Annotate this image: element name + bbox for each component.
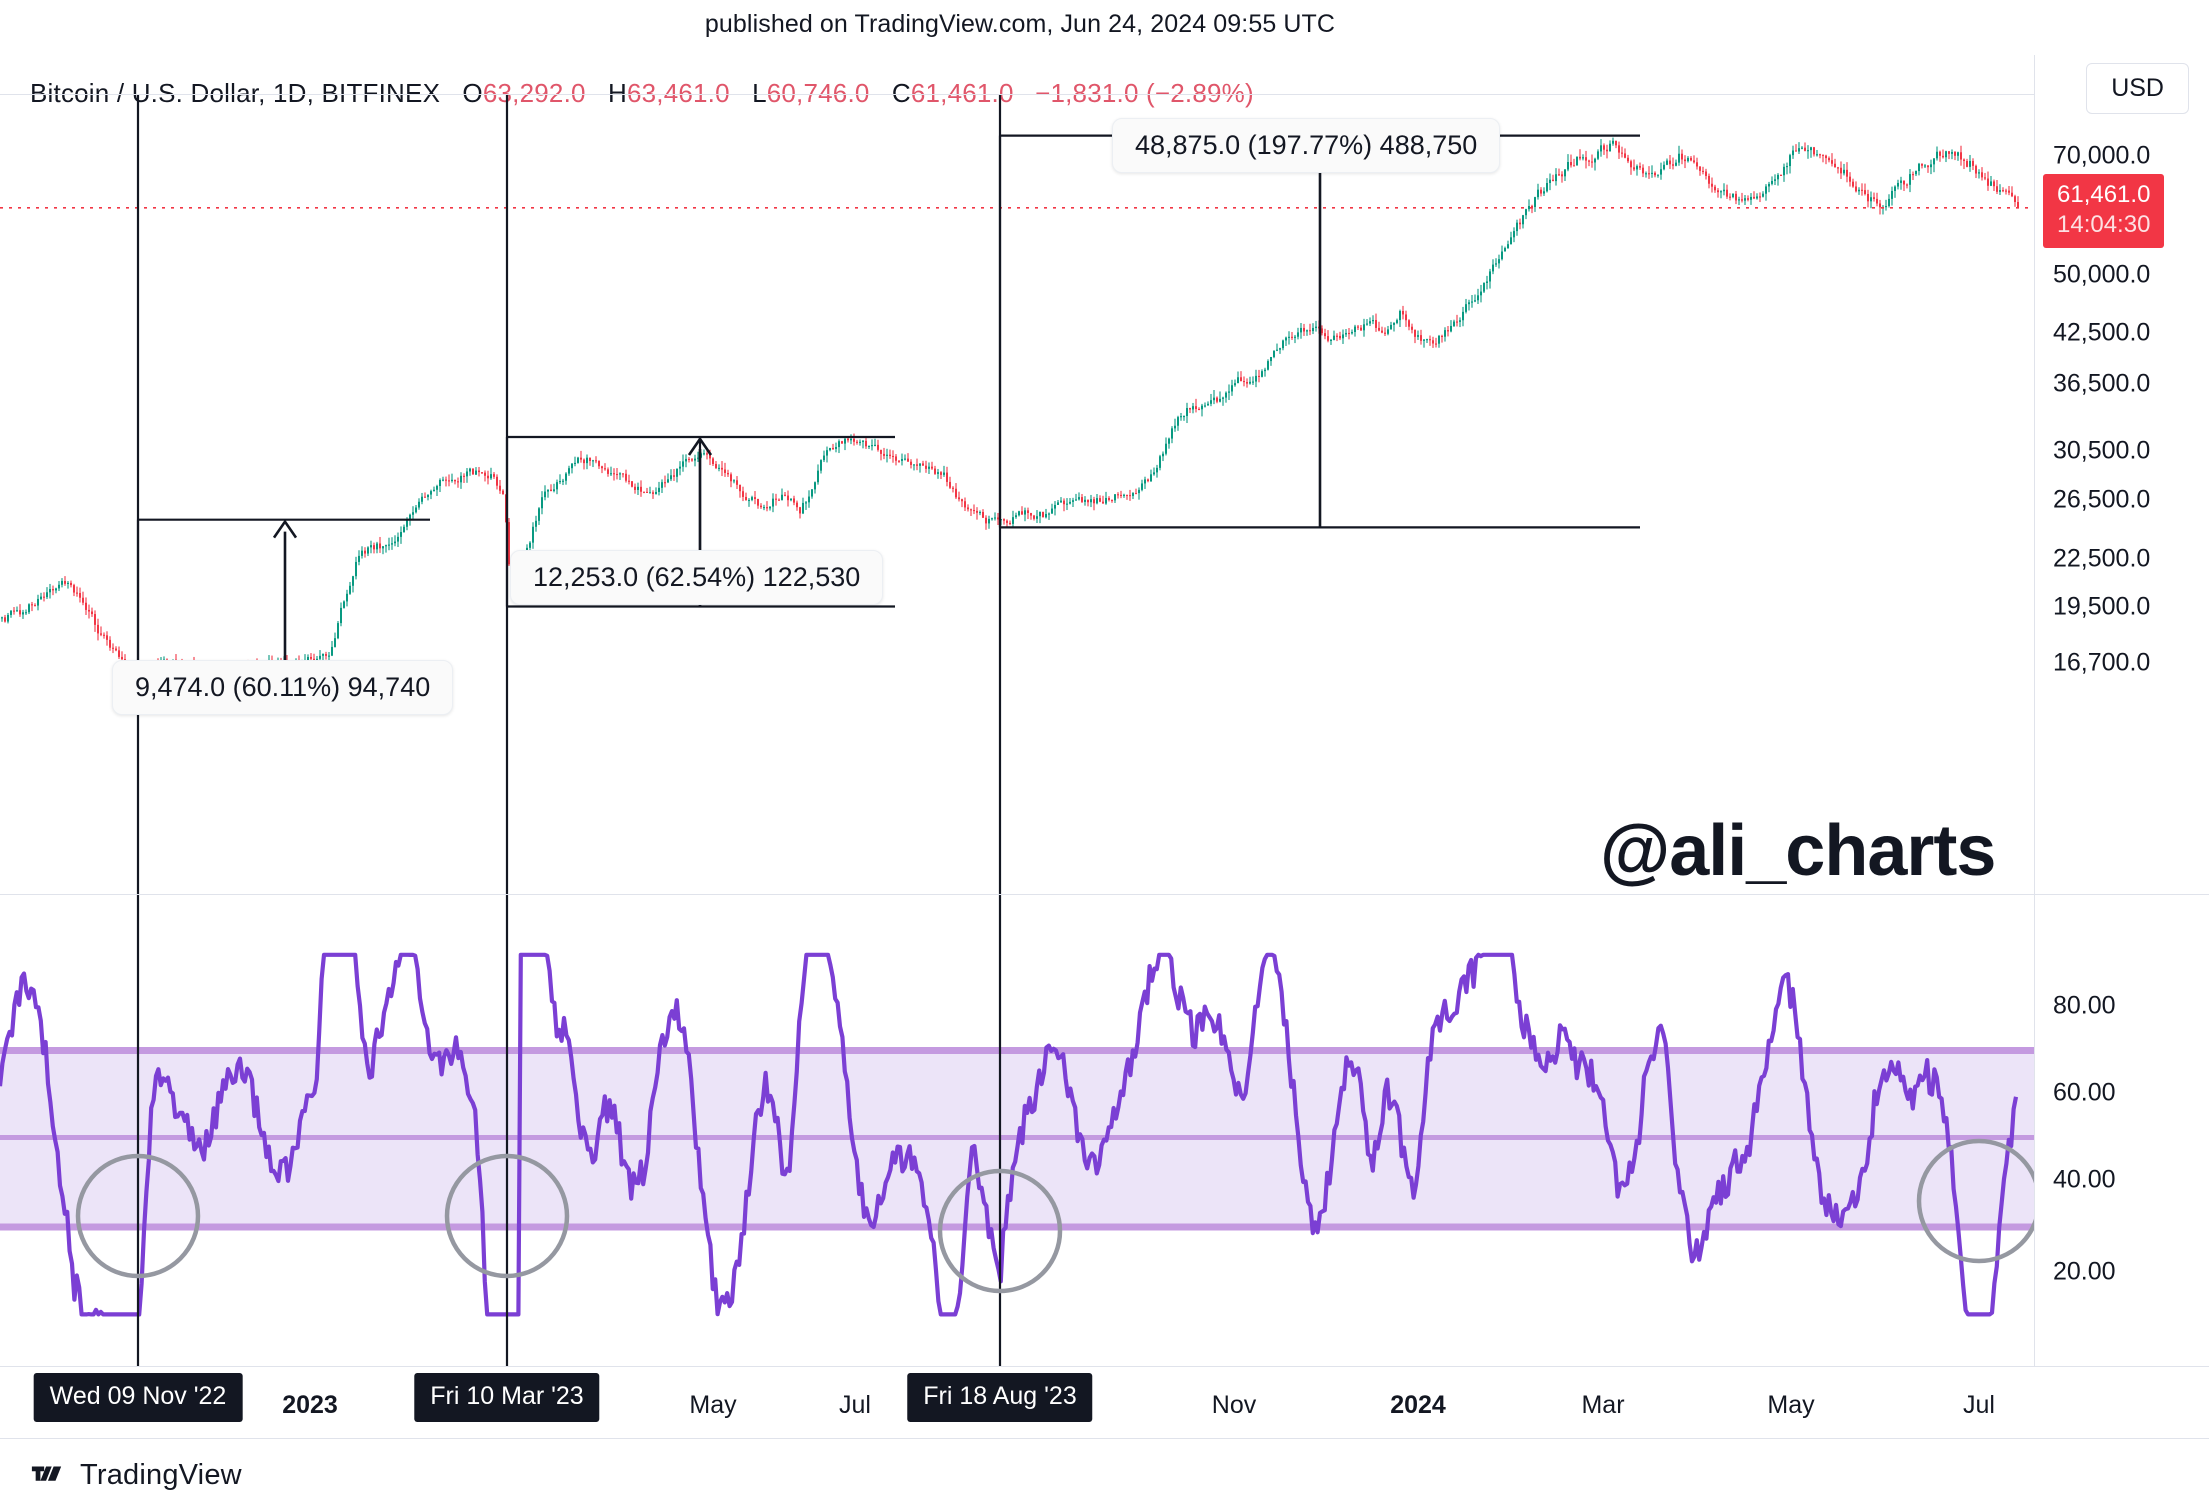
price-tick: 42,500.0 [2053,318,2151,347]
time-axis-label[interactable]: Jul [839,1391,871,1420]
price-tick: 30,500.0 [2053,436,2151,465]
time-axis[interactable]: Wed 09 Nov '22 2023 Fri 10 Mar '23 May Jul Fr… [0,1366,2209,1438]
price-tick: 70,000.0 [2053,141,2151,170]
time-axis-label[interactable]: 2024 [1390,1391,1446,1420]
scale-divider [2034,894,2209,895]
time-axis-date-pill[interactable]: Fri 18 Aug '23 [907,1373,1093,1422]
price-tick: 16,700.0 [2053,648,2151,677]
price-pane[interactable] [0,94,2034,894]
rsi-pane[interactable] [0,894,2034,1366]
rsi-tick: 60.00 [2053,1078,2116,1107]
time-axis-label[interactable]: Mar [1581,1391,1624,1420]
time-axis-label[interactable]: May [689,1391,736,1420]
rsi-tick: 20.00 [2053,1257,2116,1286]
rsi-tick: 40.00 [2053,1165,2116,1194]
tradingview-brand: TradingView [80,1459,242,1491]
published-caption: published on TradingView.com, Jun 24, 20… [704,10,1336,38]
time-axis-date-pill[interactable]: Fri 10 Mar '23 [414,1373,600,1422]
measure-callout-2022[interactable]: 9,474.0 (60.11%) 94,740 [112,660,454,715]
time-axis-label[interactable]: Jul [1963,1391,1995,1420]
tradingview-chart-screenshot: published on TradingView.com, Jun 24, 20… [0,0,2209,1512]
time-axis-date-pill[interactable]: Wed 09 Nov '22 [33,1373,243,1422]
current-price-badge: 61,461.0 14:04:30 [2043,173,2165,248]
time-axis-label[interactable]: Nov [1212,1391,1256,1420]
author-watermark: @ali_charts [1600,811,1996,891]
footer-bar: TradingView [0,1438,2209,1512]
candlesticks [1,137,2019,688]
price-tick: 26,500.0 [2053,485,2151,514]
bar-countdown: 14:04:30 [2057,210,2151,238]
price-tick: 22,500.0 [2053,544,2151,573]
tradingview-logo-icon [31,1466,62,1481]
rsi-chart-svg [0,895,2034,1366]
currency-badge[interactable]: USD [2086,63,2189,114]
current-price-value: 61,461.0 [2057,180,2151,208]
price-tick: 19,500.0 [2053,592,2151,621]
price-tick: 36,500.0 [2053,369,2151,398]
rsi-tick: 80.00 [2053,991,2116,1020]
price-scale[interactable]: USD 70,000.0 50,000.0 42,500.0 36,500.0 30,5… [2034,55,2209,1397]
time-axis-label[interactable]: 2023 [282,1391,338,1420]
price-tick: 50,000.0 [2053,260,2151,289]
measure-tool-1 [136,518,430,684]
time-axis-label[interactable]: May [1767,1391,1814,1420]
price-chart-svg [0,95,2034,894]
measure-callout-2024[interactable]: 48,875.0 (197.77%) 488,750 [1112,118,1501,173]
measure-callout-2023[interactable]: 12,253.0 (62.54%) 122,530 [510,550,884,605]
